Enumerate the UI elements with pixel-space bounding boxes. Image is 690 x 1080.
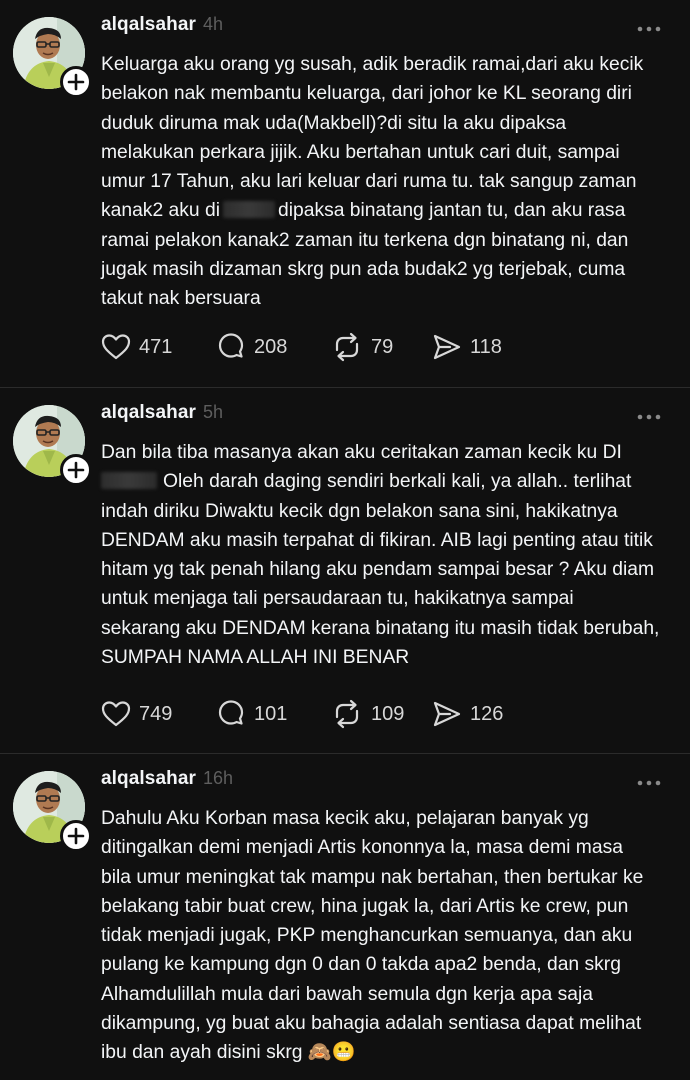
grimacing-face-emoji: 😬 bbox=[331, 1042, 356, 1064]
plus-icon bbox=[67, 73, 85, 91]
action-bar: 471 208 79 118 bbox=[101, 331, 532, 363]
text-line: hitam yg tak penah hilang aku pendam sam… bbox=[101, 559, 655, 581]
text-line: indah diriku Diwaktu kecik dgn belakon s… bbox=[101, 500, 618, 522]
text-segment: ibu dan ayah disini skrg bbox=[101, 1042, 303, 1064]
text-line: bila umur meningkat tak mampu nak bertah… bbox=[101, 866, 644, 888]
text-line: Keluarga aku orang yg susah, adik beradi… bbox=[101, 54, 644, 75]
repost-arrows-icon bbox=[335, 699, 359, 729]
text-line: umur 17 Tahun, aku lari keluar dari ruma… bbox=[101, 171, 637, 193]
redacted-blur bbox=[222, 201, 275, 219]
repost-count: 79 bbox=[371, 335, 394, 358]
share-button[interactable]: 118 bbox=[432, 331, 532, 363]
reply-button[interactable]: 101 bbox=[216, 698, 331, 730]
text-line: jugak masih dizaman skrg pun ada budak2 … bbox=[101, 259, 626, 281]
post: alqalsahar 16h Dahulu Aku Korban masa ke… bbox=[0, 754, 690, 1080]
avatar-container[interactable] bbox=[13, 17, 92, 98]
text-line: SUMPAH NAMA ALLAH INI BENAR bbox=[101, 647, 410, 669]
text-line: Alhamdulillah mula dari bawah semula dgn… bbox=[101, 983, 593, 1005]
text-line: kanak2 aku di dipaksa binatang jantan tu,… bbox=[101, 196, 671, 225]
timestamp: 5h bbox=[203, 402, 224, 422]
text-line: takut nak bersuara bbox=[101, 288, 261, 310]
reply-count: 101 bbox=[254, 702, 288, 725]
text-line: Dan bila tiba masanya akan aku ceritakan… bbox=[101, 442, 622, 463]
text-segment: Oleh darah daging sendiri berkali kali, … bbox=[163, 471, 632, 493]
text-line: DENDAM aku masih terpahat di fikiran. AI… bbox=[101, 529, 653, 551]
follow-plus-button[interactable] bbox=[60, 454, 92, 486]
redacted-blur bbox=[101, 472, 157, 490]
text-segment: kanak2 aku di bbox=[101, 200, 220, 222]
text-line: melakukan perkara jijik. Aku bertahan un… bbox=[101, 141, 620, 163]
post-text: Dan bila tiba masanya akan aku ceritakan… bbox=[101, 438, 671, 672]
more-horizontal-icon[interactable] bbox=[636, 410, 662, 424]
share-count: 126 bbox=[470, 702, 504, 725]
repost-button[interactable]: 79 bbox=[331, 331, 432, 363]
like-count: 749 bbox=[139, 702, 173, 725]
follow-plus-button[interactable] bbox=[60, 66, 92, 98]
timestamp: 16h bbox=[203, 768, 234, 788]
text-line: Oleh darah daging sendiri berkali kali, … bbox=[101, 467, 671, 496]
username[interactable]: alqalsahar bbox=[101, 14, 196, 36]
timestamp: 4h bbox=[203, 14, 224, 34]
post-header: alqalsahar 16h bbox=[101, 768, 233, 798]
post-text: Keluarga aku orang yg susah, adik beradi… bbox=[101, 50, 671, 314]
reply-button[interactable]: 208 bbox=[216, 331, 331, 363]
like-button[interactable]: 471 bbox=[101, 331, 216, 363]
text-line: untuk menjaga tali persaudaraan tu, haki… bbox=[101, 588, 574, 610]
heart-icon bbox=[101, 701, 131, 727]
text-line: dikampung, yg buat aku bahagia adalah se… bbox=[101, 1013, 642, 1035]
like-count: 471 bbox=[139, 335, 173, 358]
threads-feed: alqalsahar 4h Keluarga aku orang yg susa… bbox=[0, 0, 690, 1080]
post: alqalsahar 5h Dan bila tiba masanya akan… bbox=[0, 388, 690, 753]
see-no-evil-monkey-emoji: 🙈 bbox=[307, 1042, 332, 1064]
heart-icon bbox=[101, 334, 131, 360]
follow-plus-button[interactable] bbox=[60, 820, 92, 852]
text-line: Dahulu Aku Korban masa kecik aku, pelaja… bbox=[101, 808, 589, 829]
text-line: duduk diruma mak uda(Makbell)?di situ la… bbox=[101, 112, 567, 134]
post-header: alqalsahar 4h bbox=[101, 14, 223, 44]
more-horizontal-icon[interactable] bbox=[636, 22, 662, 36]
text-line: pulang ke kampung dgn 0 dan 0 takda apa2… bbox=[101, 954, 621, 976]
send-arrow-icon bbox=[433, 701, 461, 727]
text-line: belakon nak membantu keluarga, dari joho… bbox=[101, 83, 632, 105]
text-line: ditingalkan demi menjadi Artis kononnya … bbox=[101, 837, 623, 859]
avatar-container[interactable] bbox=[13, 405, 92, 486]
plus-icon bbox=[67, 461, 85, 479]
send-arrow-icon bbox=[433, 334, 461, 360]
username[interactable]: alqalsahar bbox=[101, 768, 196, 790]
more-horizontal-icon[interactable] bbox=[636, 776, 662, 790]
post-text: Dahulu Aku Korban masa kecik aku, pelaja… bbox=[101, 804, 671, 1068]
comment-bubble-icon bbox=[218, 333, 244, 358]
text-line: sekarang aku DENDAM kerana binatang itu … bbox=[101, 617, 660, 639]
repost-count: 109 bbox=[371, 702, 405, 725]
avatar-container[interactable] bbox=[13, 771, 92, 852]
post: alqalsahar 4h Keluarga aku orang yg susa… bbox=[0, 0, 690, 387]
repost-button[interactable]: 109 bbox=[331, 698, 432, 730]
username[interactable]: alqalsahar bbox=[101, 402, 196, 424]
like-button[interactable]: 749 bbox=[101, 698, 216, 730]
action-bar: 749 101 109 126 bbox=[101, 698, 532, 730]
share-count: 118 bbox=[470, 335, 502, 358]
share-button[interactable]: 126 bbox=[432, 698, 532, 730]
text-line: ramai pelakon kanak2 zaman itu terkena d… bbox=[101, 229, 629, 251]
repost-arrows-icon bbox=[335, 332, 359, 362]
reply-count: 208 bbox=[254, 335, 288, 358]
text-line: belakang tabir buat crew, hina jugak la,… bbox=[101, 895, 629, 917]
text-line: ibu dan ayah disini skrg 🙈😬 bbox=[101, 1038, 671, 1067]
comment-bubble-icon bbox=[218, 700, 244, 725]
text-segment: dipaksa binatang jantan tu, dan aku rasa bbox=[277, 200, 626, 222]
post-header: alqalsahar 5h bbox=[101, 402, 223, 432]
plus-icon bbox=[67, 827, 85, 845]
text-line: tidak menjadi jugak, PKP menghancurkan s… bbox=[101, 925, 633, 947]
